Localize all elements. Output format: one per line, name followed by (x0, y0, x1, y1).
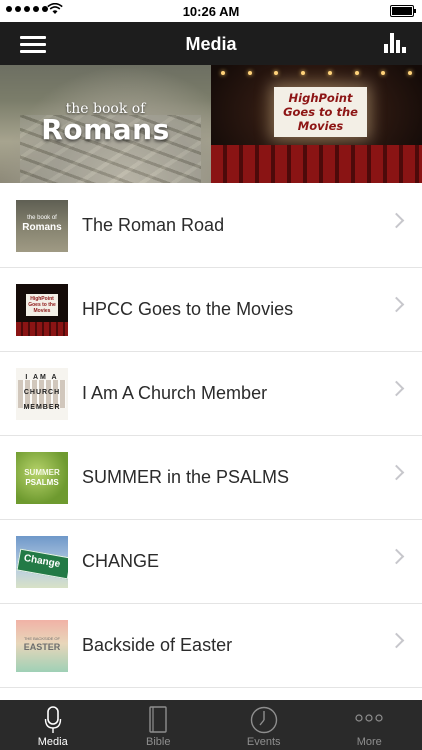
thumb-romans-title: Romans (22, 222, 62, 233)
chevron-right-icon (388, 464, 405, 481)
battery-icon (390, 5, 416, 17)
list-item-label: SUMMER in the PSALMS (82, 467, 290, 487)
list-item-label: HPCC Goes to the Movies (82, 299, 294, 319)
status-time: 10:26 AM (182, 4, 240, 19)
list-item-label: The Roman Road (82, 215, 225, 235)
chevron-right-icon (388, 296, 405, 313)
thumb-easter-line-1: THE BACKSIDE OF (23, 636, 60, 641)
romans-banner-title: Romans (41, 113, 170, 146)
thumb-member-line-1: I AM A (25, 374, 59, 381)
summer-psalms-thumbnail: SUMMER PSALMS (16, 452, 68, 504)
theater-seats (211, 145, 422, 183)
thumb-summer-line-1: SUMMER (24, 468, 60, 477)
tab-events[interactable]: Events (211, 700, 317, 750)
thumb-member-line-3: MEMBER (23, 404, 61, 411)
tab-bible[interactable]: Bible (106, 700, 212, 750)
thumb-member-line-2: CHURCH (23, 389, 61, 396)
church-member-thumbnail: I AM A CHURCH MEMBER (16, 368, 68, 420)
tab-bar: Media Bible Events More (0, 700, 422, 750)
microphone-icon (44, 706, 61, 733)
status-bar: 10:26 AM (0, 0, 422, 22)
book-icon (149, 706, 167, 733)
change-thumbnail: Change (16, 536, 68, 588)
featured-banner: the book of Romans HighPoint Goes to the… (0, 65, 422, 183)
tab-label: More (356, 736, 382, 748)
tab-more[interactable]: More (317, 700, 422, 750)
movies-banner-line-2: Goes to the (283, 105, 358, 119)
thumb-summer-line-2: PSALMS (25, 478, 59, 487)
tab-label: Bible (146, 736, 171, 748)
page-title: Media (185, 34, 237, 54)
chevron-right-icon (388, 632, 405, 649)
easter-thumbnail: THE BACKSIDE OF EASTER (16, 620, 68, 672)
thumb-seats (16, 322, 68, 336)
chevron-right-icon (388, 212, 405, 229)
thumb-romans-subtitle: the book of (27, 215, 57, 221)
chevron-right-icon (388, 380, 405, 397)
bar-chart-icon[interactable] (384, 33, 406, 53)
list-item[interactable]: HighPoint Goes to the Movies HPCC Goes t… (0, 268, 422, 352)
list-item[interactable]: SUMMER PSALMS SUMMER in the PSALMS (0, 436, 422, 520)
theater-lights (221, 71, 412, 77)
tab-media[interactable]: Media (0, 700, 106, 750)
thumb-easter-line-2: EASTER (23, 642, 61, 652)
navigation-bar: Media (0, 22, 422, 65)
romans-banner-tile[interactable]: the book of Romans (0, 65, 211, 183)
movies-thumbnail: HighPoint Goes to the Movies (16, 284, 68, 336)
tab-label: Events (246, 736, 281, 748)
list-item-label: I Am A Church Member (82, 383, 268, 403)
list-item[interactable]: I AM A CHURCH MEMBER I Am A Church Membe… (0, 352, 422, 436)
tab-label: Media (37, 736, 68, 748)
list-item-label: CHANGE (82, 551, 160, 571)
ellipsis-icon (355, 714, 383, 722)
clock-icon (250, 706, 277, 734)
movies-banner-line-3: Movies (297, 119, 344, 133)
list-item-label: Backside of Easter (82, 635, 233, 655)
list-item[interactable]: Change CHANGE (0, 520, 422, 604)
thumb-movies-text: HighPoint Goes to the Movies (28, 296, 56, 314)
movies-banner-tile[interactable]: HighPoint Goes to the Movies (211, 65, 422, 183)
movies-banner-line-1: HighPoint (288, 91, 353, 105)
list-item[interactable]: THE BACKSIDE OF EASTER Backside of Easte… (0, 604, 422, 688)
chevron-right-icon (388, 548, 405, 565)
list-item[interactable]: the book of Romans The Roman Road (0, 184, 422, 268)
media-series-list: the book of Romans The Roman Road HighPo… (0, 184, 422, 688)
movie-screen: HighPoint Goes to the Movies (274, 87, 367, 137)
romans-thumbnail: the book of Romans (16, 200, 68, 252)
